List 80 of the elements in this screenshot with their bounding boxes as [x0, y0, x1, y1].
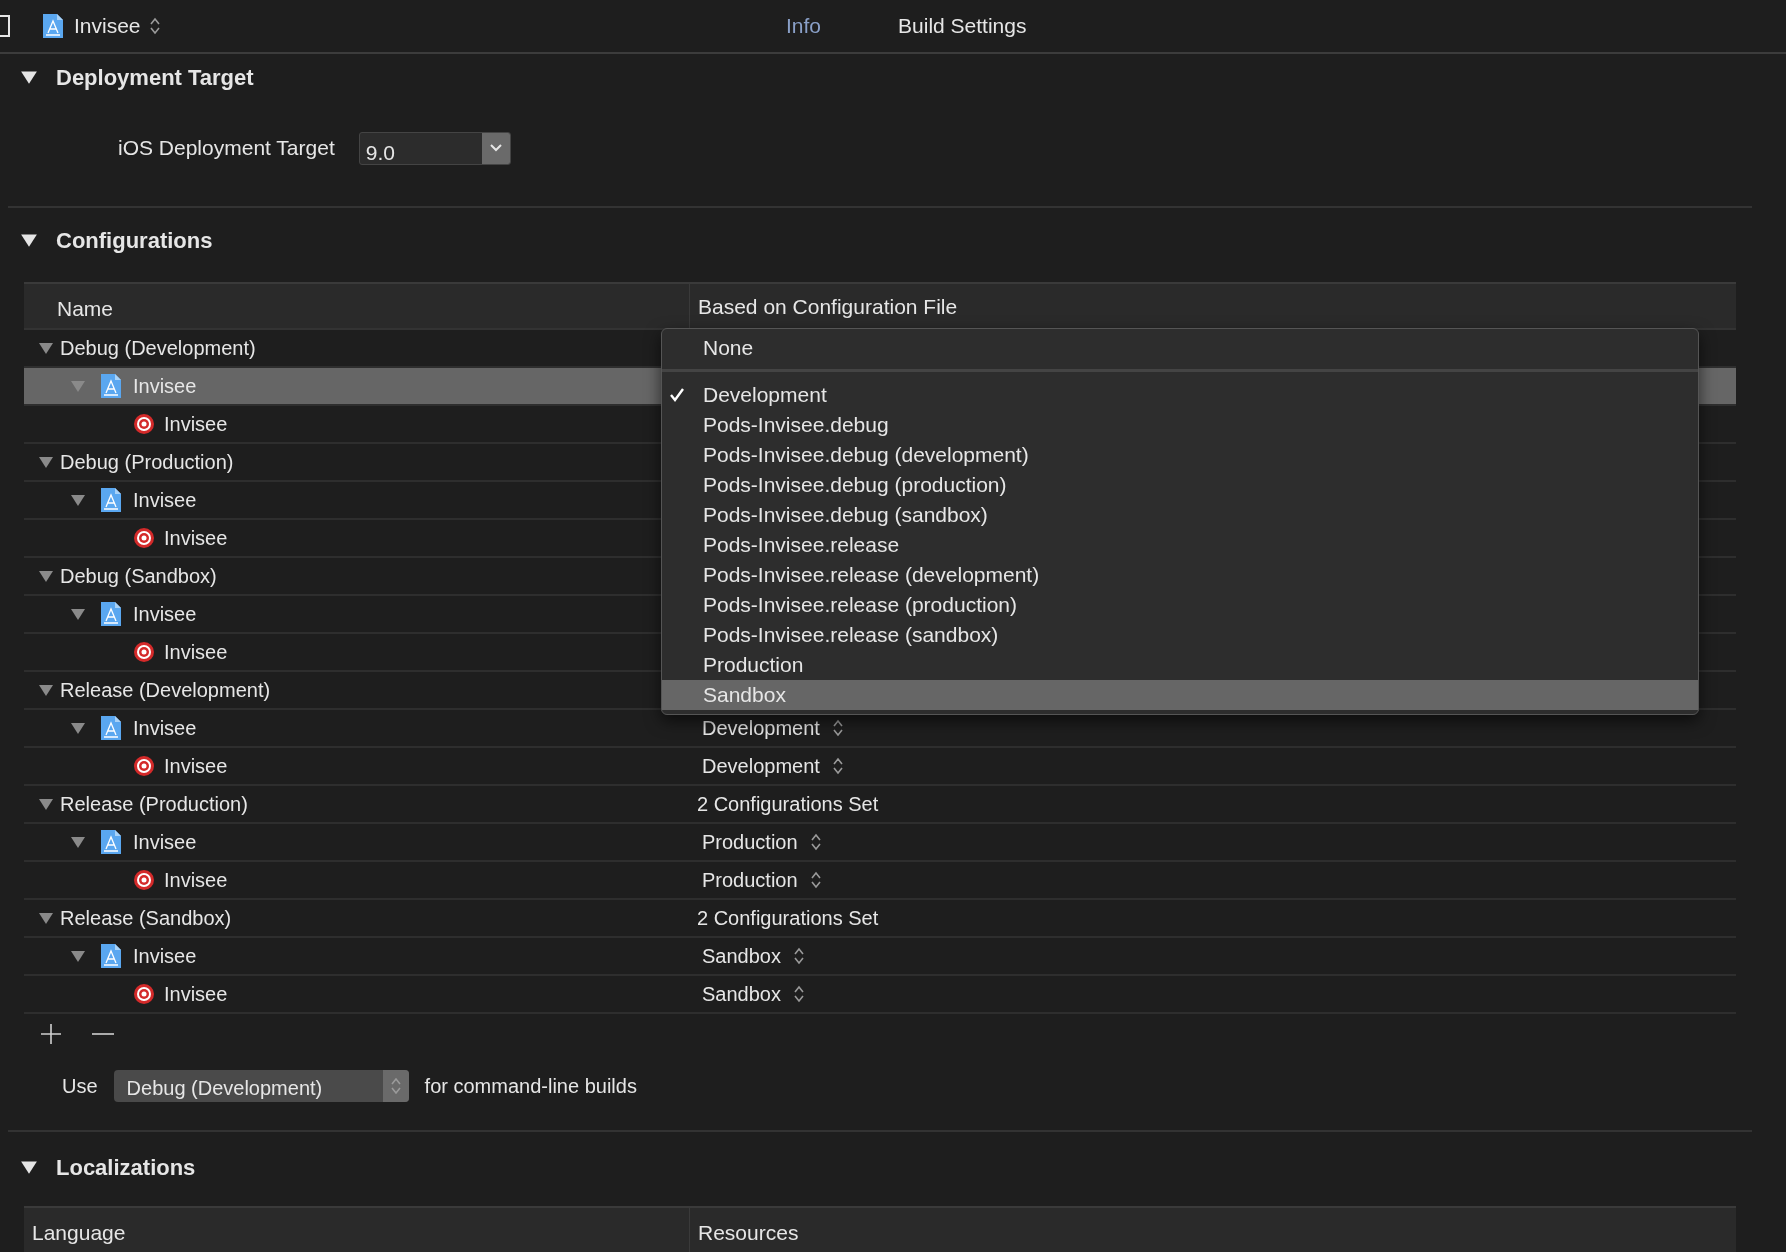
configuration-value[interactable]: Sandbox	[702, 979, 781, 1009]
project-selector[interactable]: Invisee	[74, 10, 141, 42]
configuration-value[interactable]: Production	[702, 865, 798, 895]
project-name: Invisee	[133, 602, 197, 627]
disclosure-triangle-icon[interactable]	[20, 1158, 38, 1176]
stepper-icon[interactable]	[792, 946, 805, 966]
target-name: Invisee	[164, 754, 228, 779]
configuration-value: 2 Configurations Set	[697, 906, 879, 931]
configuration-value[interactable]: Development	[702, 713, 820, 743]
configuration-value[interactable]: Development	[702, 751, 820, 781]
menu-item[interactable]: Pods-Invisee.release (sandbox)	[662, 620, 1698, 650]
project-file-icon	[100, 373, 122, 399]
section-title: Deployment Target	[56, 63, 254, 92]
add-icon[interactable]	[40, 1023, 62, 1045]
target-icon	[133, 527, 155, 549]
configuration-name: Debug (Sandbox)	[60, 564, 217, 589]
configuration-value: 2 Configurations Set	[697, 792, 879, 817]
menu-item[interactable]: Pods-Invisee.debug (sandbox)	[662, 500, 1698, 530]
project-file-icon	[100, 715, 122, 741]
command-line-label: for command-line builds	[424, 1074, 637, 1099]
project-file-icon	[100, 601, 122, 627]
menu-item[interactable]: None	[662, 333, 1698, 363]
section-title: Configurations	[56, 226, 213, 255]
column-header[interactable]: Language	[24, 1208, 689, 1252]
section-title: Localizations	[56, 1153, 196, 1182]
stepper-icon[interactable]	[809, 832, 822, 852]
configuration-value[interactable]: Production	[702, 827, 798, 857]
target-name: Invisee	[164, 868, 228, 893]
configuration-name: Debug (Development)	[60, 336, 256, 361]
field-label: iOS Deployment Target	[118, 135, 335, 162]
menu-item[interactable]: Pods-Invisee.release (production)	[662, 590, 1698, 620]
configuration-name: Debug (Production)	[60, 450, 234, 475]
stepper-icon[interactable]	[809, 870, 822, 890]
configuration-value[interactable]: Sandbox	[702, 941, 781, 971]
project-file-icon	[42, 13, 64, 39]
disclosure-triangle-icon[interactable]	[20, 231, 38, 249]
target-icon	[133, 755, 155, 777]
menu-item[interactable]: Pods-Invisee.debug (development)	[662, 440, 1698, 470]
stepper-icon[interactable]	[831, 756, 844, 776]
target-name: Invisee	[164, 640, 228, 665]
target-name: Invisee	[164, 526, 228, 551]
project-file-icon	[100, 943, 122, 969]
tab[interactable]: Info	[786, 10, 822, 42]
project-name: Invisee	[133, 830, 197, 855]
target-icon	[133, 869, 155, 891]
menu-item[interactable]: Pods-Invisee.debug (production)	[662, 470, 1698, 500]
project-file-icon	[100, 829, 122, 855]
project-file-icon	[100, 487, 122, 513]
sidebar-toggle-icon[interactable]	[0, 15, 10, 37]
configuration-name: Release (Production)	[60, 792, 248, 817]
tab[interactable]: Build Settings	[898, 10, 1027, 42]
use-label: Use	[62, 1074, 98, 1099]
stepper-icon[interactable]	[831, 718, 844, 738]
project-name: Invisee	[133, 488, 197, 513]
configuration-name: Release (Sandbox)	[60, 906, 232, 931]
project-name: Invisee	[133, 374, 197, 399]
configuration-name: Release (Development)	[60, 678, 271, 703]
menu-item[interactable]: Pods-Invisee.release	[662, 530, 1698, 560]
checkmark-icon	[669, 387, 685, 403]
menu-item[interactable]: Sandbox	[662, 680, 1698, 710]
chevron-down-icon	[489, 144, 502, 152]
project-name: Invisee	[133, 716, 197, 741]
menu-item[interactable]: Development	[662, 380, 1698, 410]
menu-item[interactable]: Pods-Invisee.debug	[662, 410, 1698, 440]
deployment-target-combo[interactable]: 9.0	[358, 131, 511, 165]
menu-item[interactable]: Pods-Invisee.release (development)	[662, 560, 1698, 590]
project-name: Invisee	[133, 944, 197, 969]
target-icon	[133, 641, 155, 663]
remove-icon[interactable]	[92, 1032, 114, 1036]
column-header[interactable]: Resources	[689, 1208, 1736, 1252]
menu-item[interactable]: Production	[662, 650, 1698, 680]
disclosure-triangle-icon[interactable]	[20, 68, 38, 86]
target-name: Invisee	[164, 412, 228, 437]
stepper-icon[interactable]	[148, 16, 161, 36]
target-icon	[133, 983, 155, 1005]
stepper-icon[interactable]	[792, 984, 805, 1004]
column-header[interactable]: Name	[24, 284, 689, 328]
target-icon	[133, 413, 155, 435]
configuration-popup[interactable]: Debug (Development)	[113, 1070, 409, 1102]
target-name: Invisee	[164, 982, 228, 1007]
